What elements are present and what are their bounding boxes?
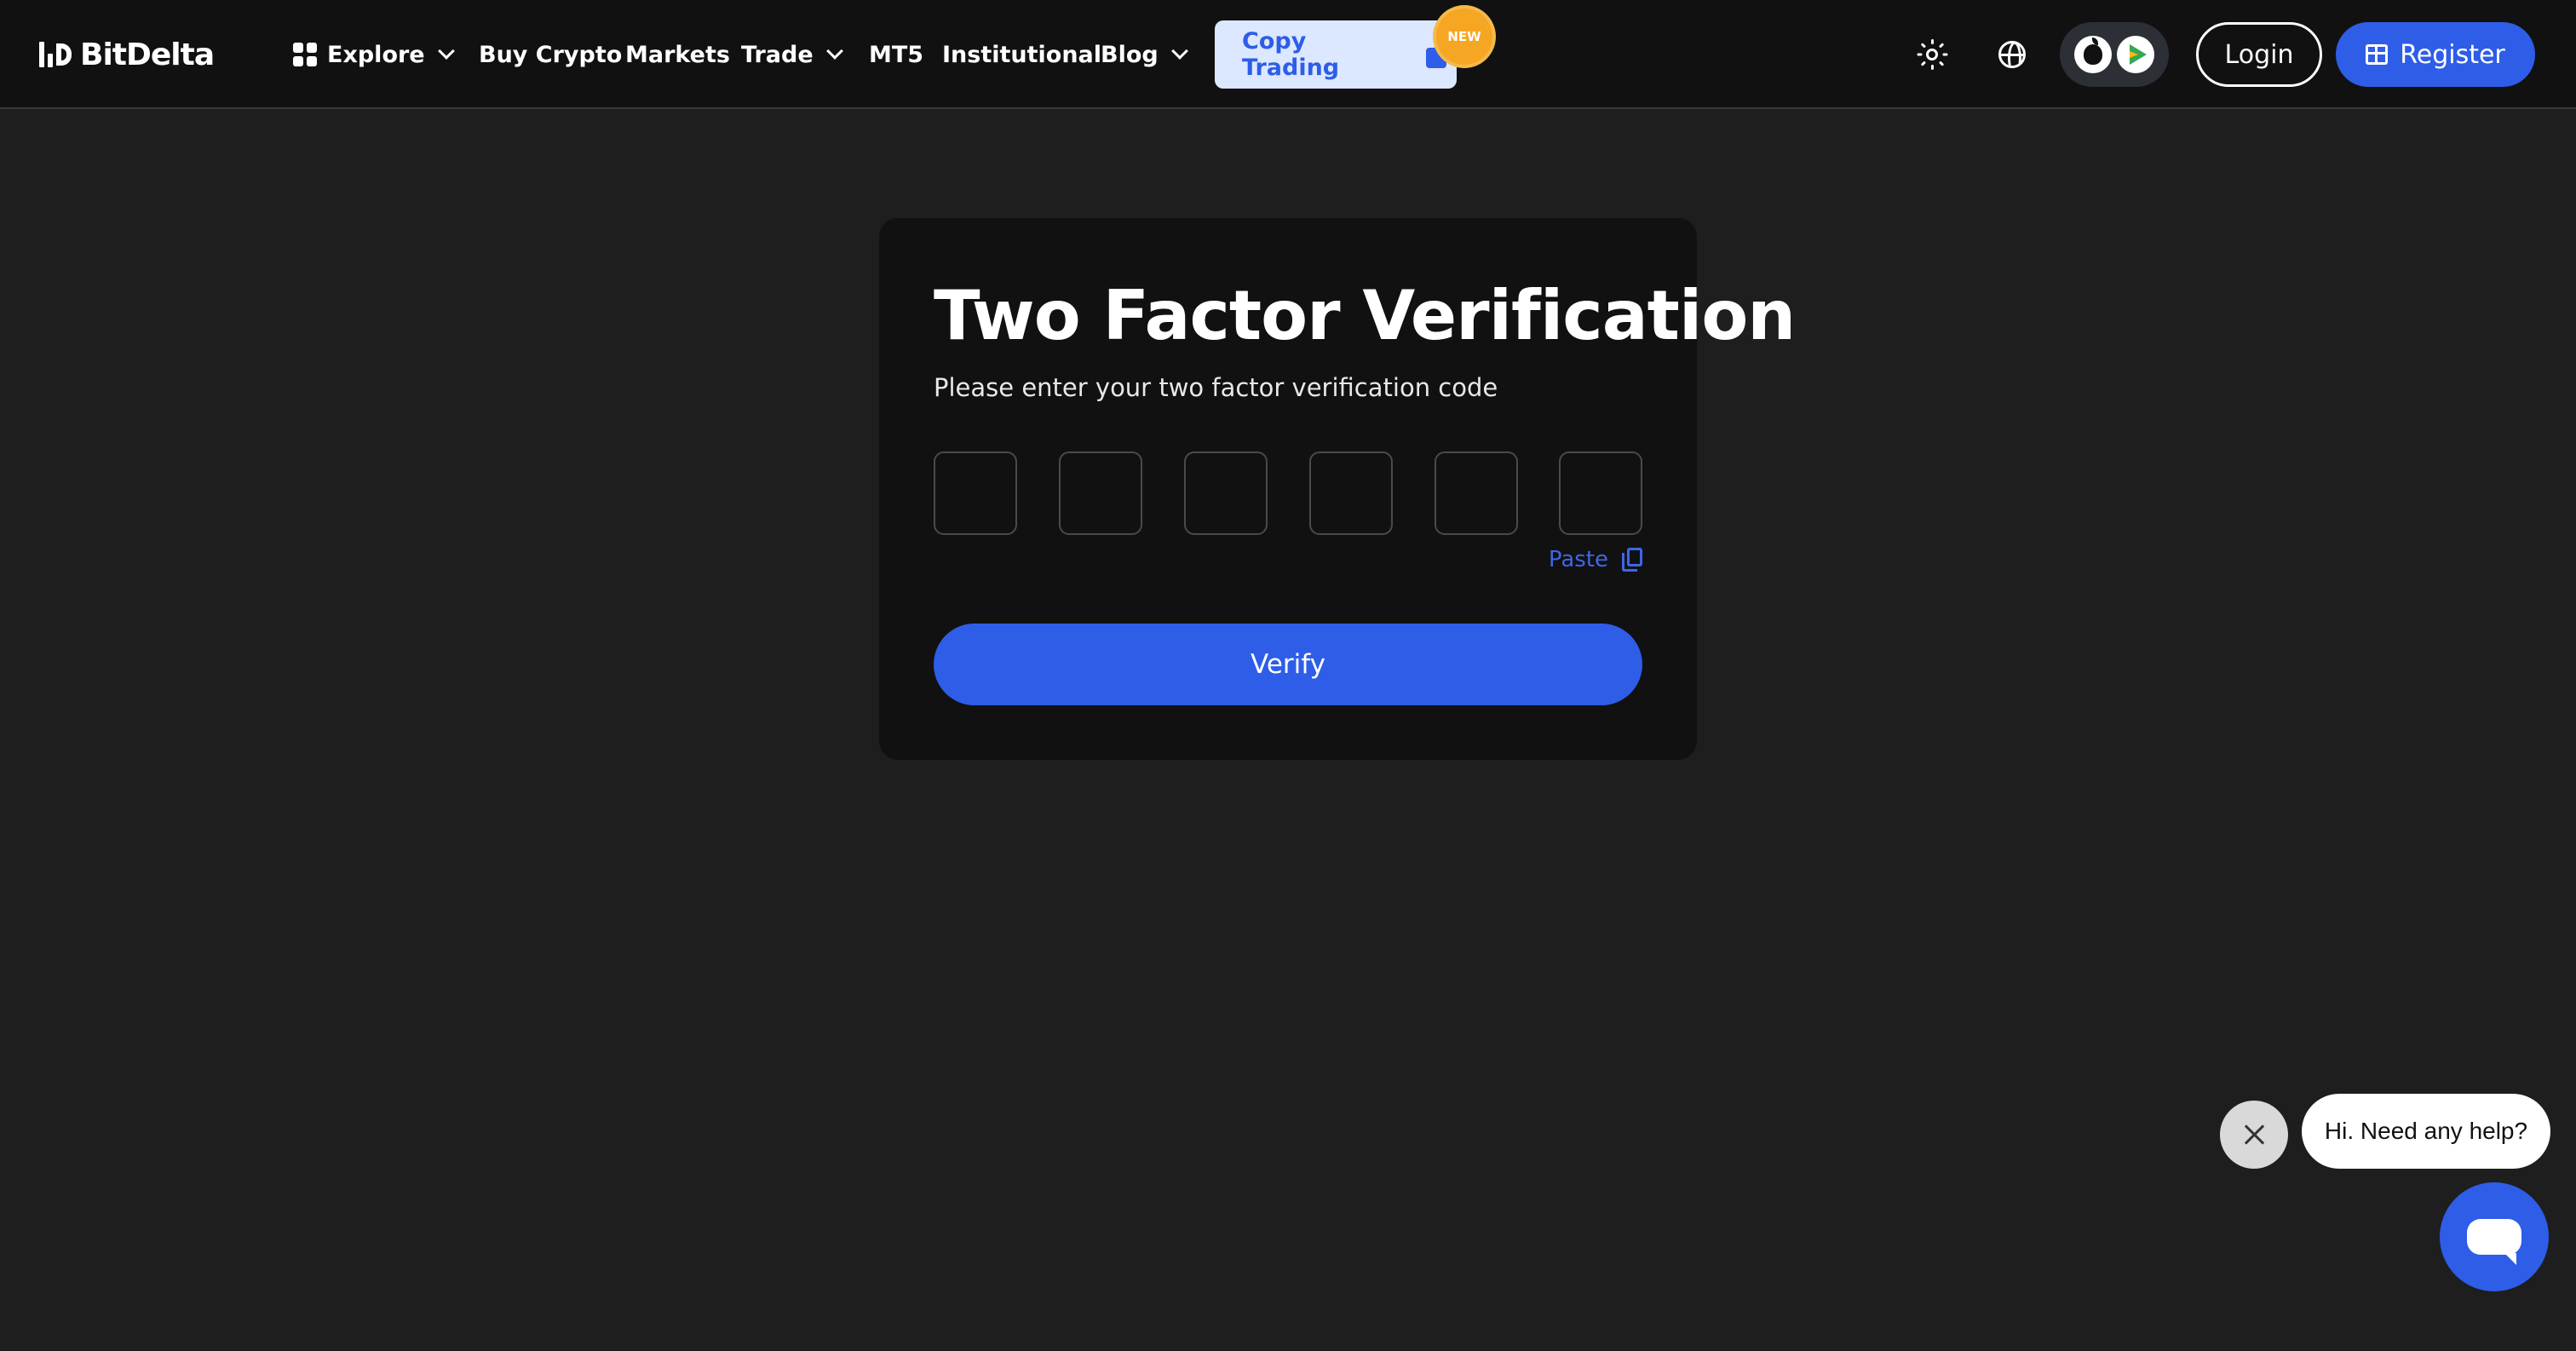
chevron-down-icon [437,43,455,60]
logo-mark-icon [39,41,72,68]
paste-label: Paste [1548,547,1608,572]
code-digit-5[interactable] [1435,451,1518,535]
close-icon [2243,1124,2265,1146]
copy-trading-label: Copy Trading [1242,28,1340,81]
sun-icon [1917,39,1947,70]
copy-icon [1622,548,1642,572]
chevron-down-icon [1170,43,1188,60]
page-subtitle: Please enter your two factor verificatio… [934,373,1498,402]
grid-icon [293,43,317,66]
nav-blog[interactable]: Blog [1101,39,1188,70]
language-button[interactable] [1995,37,2029,72]
code-input-group [934,451,1642,537]
chevron-down-icon [825,43,843,60]
nav-mt5-label: MT5 [869,41,924,68]
chat-greeting-bubble[interactable]: Hi. Need any help? [2302,1094,2550,1169]
top-navigation-bar: BitDelta Explore Buy Crypto Markets Trad… [0,0,2576,109]
nav-markets[interactable]: Markets [625,39,730,70]
code-digit-6[interactable] [1559,451,1642,535]
register-label: Register [2400,39,2505,70]
nav-institutional-label: Institutional [942,41,1102,68]
chat-dismiss-button[interactable] [2220,1101,2288,1169]
code-digit-2[interactable] [1059,451,1142,535]
code-digit-4[interactable] [1309,451,1393,535]
register-button[interactable]: Register [2336,22,2535,87]
new-badge: NEW [1436,9,1492,65]
nav-explore-label: Explore [327,41,425,68]
verify-button[interactable]: Verify [934,624,1642,705]
chat-icon [2467,1219,2521,1265]
two-factor-card: Two Factor Verification Please enter you… [879,218,1796,760]
code-digit-1[interactable] [934,451,1017,535]
copy-trading-button[interactable]: Copy Trading [1215,20,1457,89]
nav-explore[interactable]: Explore [293,39,455,70]
theme-toggle-button[interactable] [1915,37,1949,72]
nav-mt5[interactable]: MT5 [869,39,923,70]
gift-icon [2366,44,2389,65]
chat-launcher-button[interactable] [2440,1182,2549,1291]
paste-button[interactable]: Paste [1549,547,1642,572]
nav-buy-crypto-label: Buy Crypto [479,41,623,68]
apple-icon[interactable] [2074,36,2112,73]
nav-markets-label: Markets [625,41,730,68]
bitdelta-logo[interactable]: BitDelta [39,37,215,72]
nav-buy-crypto[interactable]: Buy Crypto [479,39,622,70]
nav-institutional[interactable]: Institutional [942,39,1101,70]
code-digit-3[interactable] [1184,451,1268,535]
nav-trade-label: Trade [741,41,814,68]
login-button[interactable]: Login [2196,22,2322,87]
globe-icon [1998,41,2026,68]
page-title: Two Factor Verification [934,276,1796,355]
app-download-pill[interactable] [2060,22,2169,87]
google-play-icon[interactable] [2117,36,2154,73]
nav-trade[interactable]: Trade [741,39,843,70]
brand-name: BitDelta [80,37,215,72]
nav-blog-label: Blog [1101,41,1159,68]
